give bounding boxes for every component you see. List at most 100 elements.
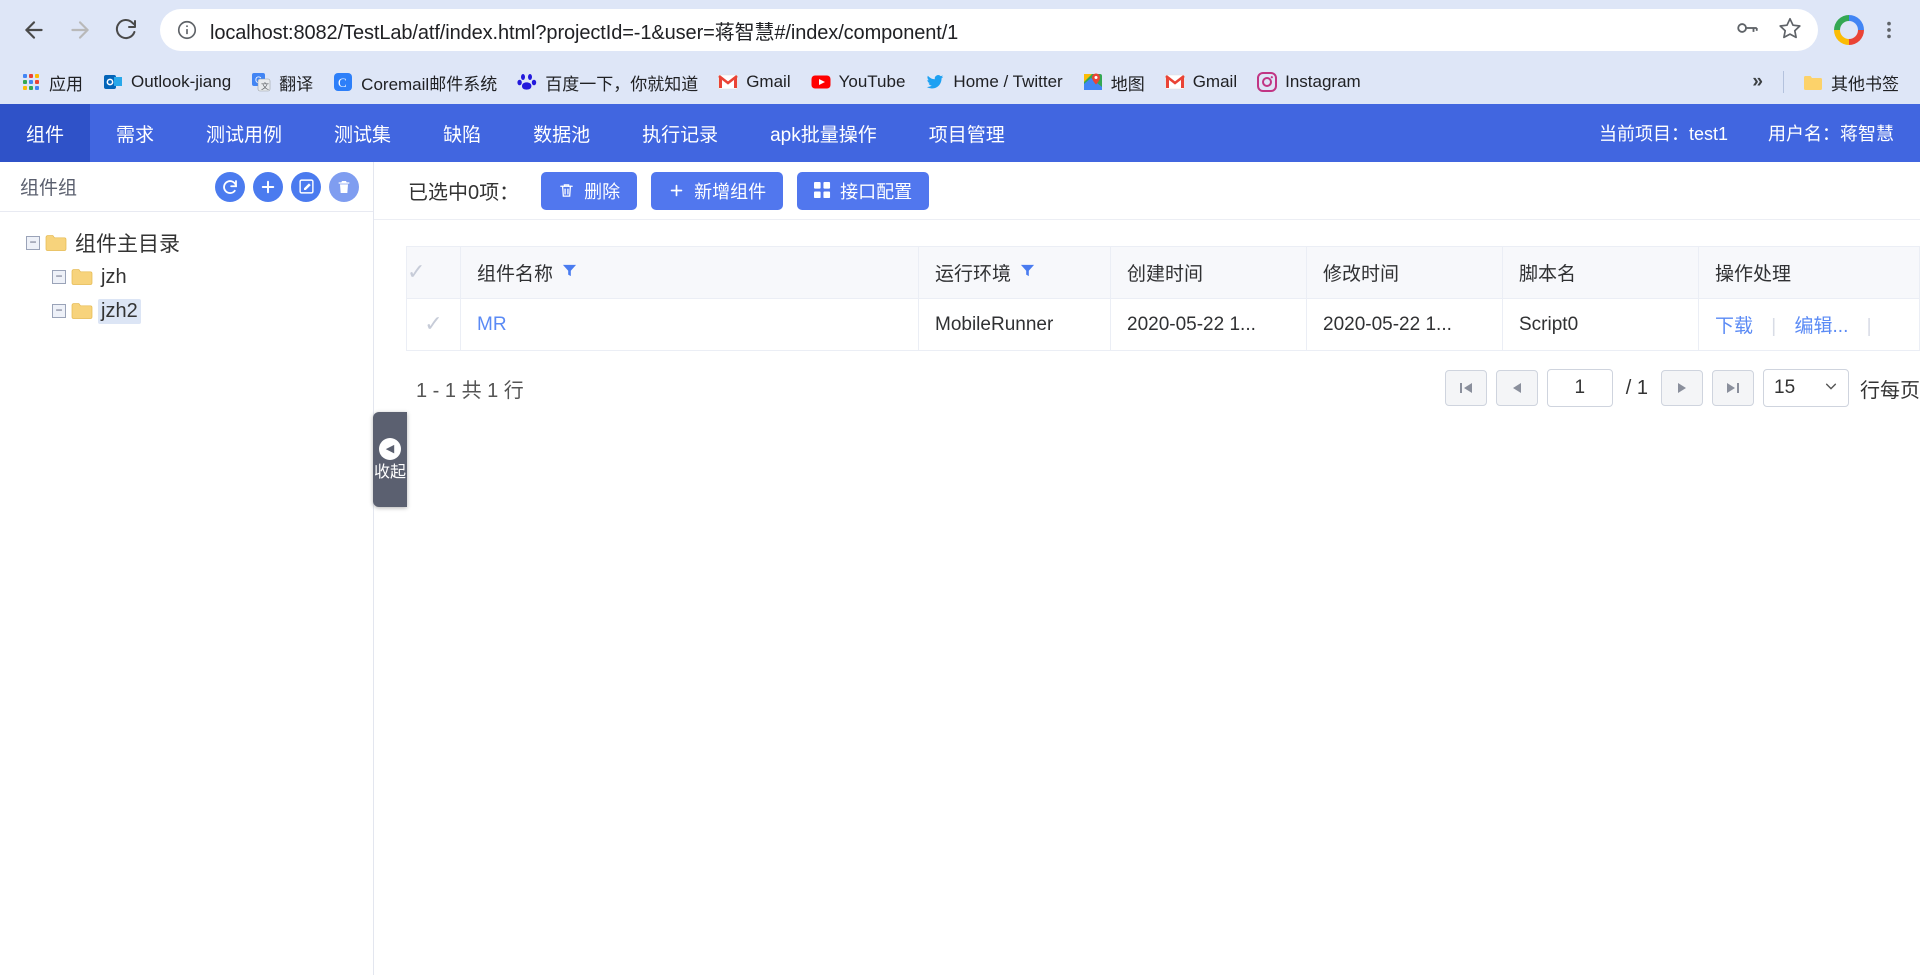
column-header-script[interactable]: 脚本名 bbox=[1503, 247, 1699, 299]
bookmark-baidu[interactable]: 百度一下，你就知道 bbox=[508, 65, 707, 100]
edit-button[interactable] bbox=[291, 172, 321, 202]
cell-component-name[interactable]: MR bbox=[461, 299, 919, 351]
column-label: 组件名称 bbox=[477, 259, 553, 286]
select-all-header[interactable]: ✓ bbox=[407, 247, 461, 299]
bookmark-maps[interactable]: 地图 bbox=[1074, 65, 1154, 100]
nav-item-component[interactable]: 组件 bbox=[0, 104, 90, 162]
bookmark-label: YouTube bbox=[839, 72, 906, 92]
bookmark-instagram[interactable]: Instagram bbox=[1248, 67, 1370, 97]
sidebar-collapse-handle[interactable]: ◀ 收起 bbox=[373, 412, 407, 507]
checkmark-icon[interactable]: ✓ bbox=[407, 259, 425, 284]
column-header-modified[interactable]: 修改时间 bbox=[1307, 247, 1503, 299]
column-label: 运行环境 bbox=[935, 259, 1011, 286]
bookmark-label: Instagram bbox=[1285, 72, 1361, 92]
forward-button[interactable] bbox=[60, 10, 100, 50]
nav-item-requirement[interactable]: 需求 bbox=[90, 104, 180, 162]
nav-label: 数据池 bbox=[533, 120, 590, 147]
profile-avatar[interactable] bbox=[1832, 13, 1866, 47]
prev-page-button[interactable] bbox=[1496, 370, 1538, 406]
browser-toolbar: localhost:8082/TestLab/atf/index.html?pr… bbox=[0, 0, 1920, 60]
nav-item-defect[interactable]: 缺陷 bbox=[417, 104, 507, 162]
bookmark-label: 翻译 bbox=[279, 70, 313, 95]
nav-item-datapool[interactable]: 数据池 bbox=[507, 104, 616, 162]
nav-item-apk-batch[interactable]: apk批量操作 bbox=[744, 104, 903, 162]
next-page-button[interactable] bbox=[1661, 370, 1703, 406]
filter-icon[interactable] bbox=[562, 262, 577, 284]
component-name-link[interactable]: MR bbox=[477, 314, 507, 335]
column-label: 创建时间 bbox=[1127, 259, 1203, 286]
column-header-operations[interactable]: 操作处理 bbox=[1699, 247, 1920, 299]
other-bookmarks-button[interactable]: 其他书签 bbox=[1794, 65, 1908, 100]
component-group-tree: − 组件主目录 − jzh − jzh2 bbox=[0, 212, 373, 328]
row-checkbox-cell[interactable]: ✓ bbox=[407, 299, 461, 351]
expand-toggle-icon[interactable]: − bbox=[52, 270, 66, 284]
bookmark-outlook[interactable]: Outlook-jiang bbox=[94, 67, 240, 97]
bookmark-gmail-2[interactable]: Gmail bbox=[1156, 67, 1246, 97]
url-text: localhost:8082/TestLab/atf/index.html?pr… bbox=[210, 16, 1734, 45]
google-maps-icon bbox=[1083, 72, 1103, 92]
password-key-icon[interactable] bbox=[1734, 15, 1760, 46]
nav-item-testset[interactable]: 测试集 bbox=[308, 104, 417, 162]
chrome-menu-button[interactable] bbox=[1872, 13, 1906, 47]
address-bar[interactable]: localhost:8082/TestLab/atf/index.html?pr… bbox=[160, 9, 1818, 51]
bookmarks-overflow-button[interactable]: » bbox=[1742, 71, 1773, 93]
filter-icon[interactable] bbox=[1020, 262, 1035, 284]
reload-button[interactable] bbox=[106, 10, 146, 50]
table-header-row: ✓ 组件名称 运行环境 bbox=[407, 247, 1920, 299]
bookmark-youtube[interactable]: YouTube bbox=[802, 67, 915, 97]
bookmark-twitter[interactable]: Home / Twitter bbox=[916, 67, 1071, 97]
table-row[interactable]: ✓ MR MobileRunner 2020-05-22 1... 2020-0… bbox=[407, 299, 1920, 351]
bookmark-label: Gmail bbox=[1193, 72, 1237, 92]
expand-toggle-icon[interactable]: − bbox=[26, 236, 40, 250]
components-table: ✓ 组件名称 运行环境 bbox=[406, 246, 1920, 351]
sidebar-header: 组件组 bbox=[0, 162, 373, 212]
refresh-button[interactable] bbox=[215, 172, 245, 202]
bookmark-star-icon[interactable] bbox=[1778, 16, 1802, 45]
twitter-icon bbox=[925, 72, 945, 92]
interface-config-button[interactable]: 接口配置 bbox=[797, 172, 929, 210]
column-header-environment[interactable]: 运行环境 bbox=[919, 247, 1111, 299]
site-info-icon[interactable] bbox=[176, 19, 198, 41]
download-link[interactable]: 下载 bbox=[1715, 316, 1753, 337]
add-button[interactable] bbox=[253, 172, 283, 202]
first-page-button[interactable] bbox=[1445, 370, 1487, 406]
selection-count-label: 已选中0项： bbox=[408, 176, 519, 205]
operation-divider: | bbox=[1867, 316, 1872, 337]
tree-node-jzh2[interactable]: − jzh2 bbox=[0, 294, 373, 328]
column-header-created[interactable]: 创建时间 bbox=[1111, 247, 1307, 299]
baidu-icon bbox=[517, 72, 537, 92]
current-project-label: 当前项目：test1 bbox=[1599, 120, 1728, 146]
delete-component-button[interactable]: 删除 bbox=[541, 172, 637, 210]
nav-item-execution-record[interactable]: 执行记录 bbox=[616, 104, 744, 162]
bookmark-label: Home / Twitter bbox=[953, 72, 1062, 92]
button-label: 删除 bbox=[584, 178, 620, 204]
bookmark-gmail-1[interactable]: Gmail bbox=[709, 67, 799, 97]
last-page-button[interactable] bbox=[1712, 370, 1754, 406]
bookmark-apps[interactable]: 应用 bbox=[12, 65, 92, 100]
apps-grid-icon bbox=[21, 72, 41, 92]
operation-divider: | bbox=[1771, 316, 1776, 337]
folder-icon bbox=[45, 234, 67, 252]
content-toolbar: 已选中0项： 删除 新增组件 接口配置 bbox=[374, 162, 1920, 220]
bookmark-translate[interactable]: G文 翻译 bbox=[242, 65, 322, 100]
folder-icon bbox=[71, 302, 93, 320]
tree-label: jzh bbox=[98, 265, 130, 290]
page-size-select[interactable]: 15 bbox=[1763, 369, 1849, 407]
column-header-name[interactable]: 组件名称 bbox=[461, 247, 919, 299]
cell-script-name: Script0 bbox=[1503, 299, 1699, 351]
tree-node-root[interactable]: − 组件主目录 bbox=[0, 226, 373, 260]
expand-toggle-icon[interactable]: − bbox=[52, 304, 66, 318]
pagination-summary: 1 - 1 共 1 行 bbox=[406, 374, 524, 403]
page-number-input[interactable]: 1 bbox=[1547, 369, 1613, 407]
add-component-button[interactable]: 新增组件 bbox=[651, 172, 783, 210]
checkmark-icon[interactable]: ✓ bbox=[424, 311, 442, 336]
delete-button[interactable] bbox=[329, 172, 359, 202]
bookmark-coremail[interactable]: C Coremail邮件系统 bbox=[324, 65, 506, 100]
back-button[interactable] bbox=[14, 10, 54, 50]
nav-item-testcase[interactable]: 测试用例 bbox=[180, 104, 308, 162]
page-size-value: 15 bbox=[1774, 377, 1795, 399]
tree-node-jzh[interactable]: − jzh bbox=[0, 260, 373, 294]
edit-link[interactable]: 编辑... bbox=[1795, 316, 1849, 337]
button-label: 接口配置 bbox=[840, 178, 912, 204]
nav-item-project-management[interactable]: 项目管理 bbox=[903, 104, 1031, 162]
